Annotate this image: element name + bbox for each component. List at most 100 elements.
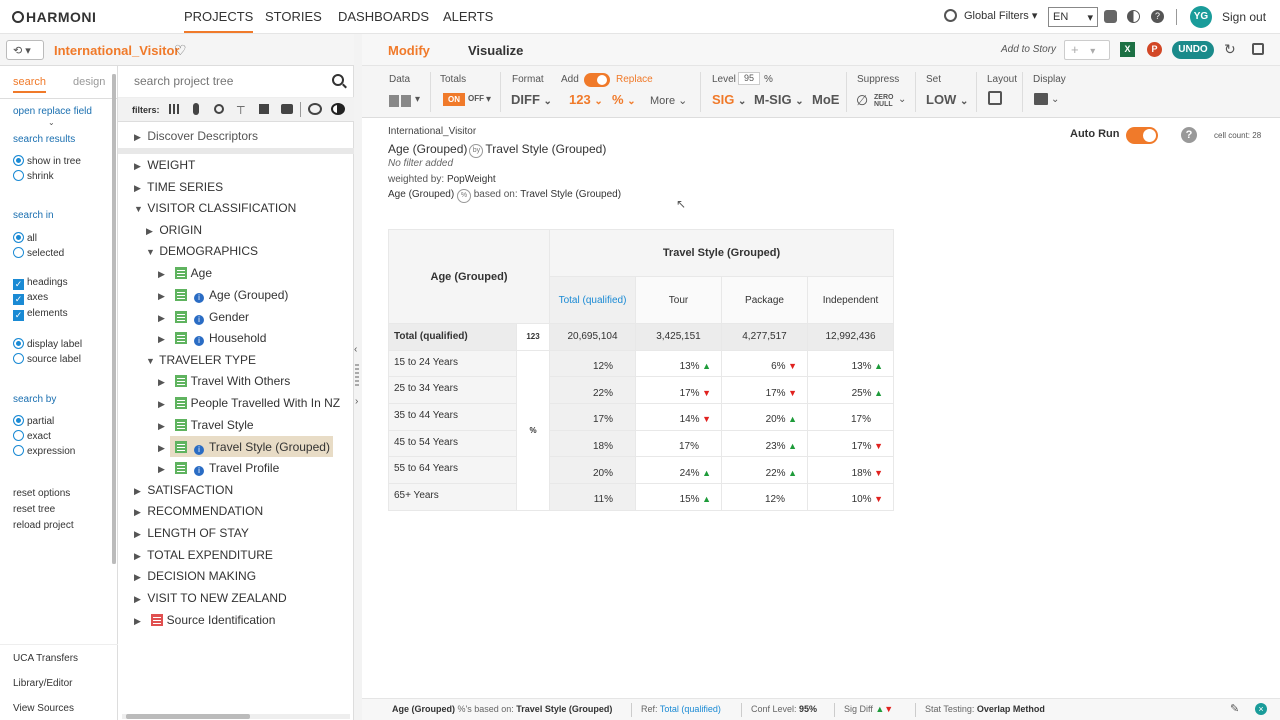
chevron-down-icon[interactable]: ⌄: [48, 118, 55, 127]
powerpoint-export-icon[interactable]: P: [1147, 42, 1162, 57]
info-icon[interactable]: i: [194, 445, 205, 455]
info-icon[interactable]: i: [194, 315, 205, 325]
chevron-down-icon[interactable]: ▾: [415, 94, 420, 105]
totals-on-toggle[interactable]: ON: [443, 93, 465, 106]
help-icon[interactable]: ?: [1181, 127, 1197, 143]
global-filters-button[interactable]: Global Filters ▾: [964, 9, 1037, 22]
radio-exact[interactable]: exact: [13, 430, 51, 442]
reset-tree-link[interactable]: reset tree: [13, 504, 55, 515]
set-select[interactable]: LOW ⌄: [926, 92, 968, 107]
tree-node-total-expenditure[interactable]: ▶ TOTAL EXPENDITURE: [134, 548, 273, 562]
language-select[interactable]: EN ▾: [1048, 7, 1098, 27]
toggle-off-icon[interactable]: [308, 103, 322, 115]
radio-expression[interactable]: expression: [13, 445, 75, 457]
box-filter-icon[interactable]: [259, 104, 269, 114]
level-input[interactable]: 95: [738, 72, 760, 85]
pin-icon[interactable]: ✎: [1230, 702, 1239, 715]
radio-display-label[interactable]: display label: [13, 338, 82, 350]
tree-node-satisfaction[interactable]: ▶ SATISFACTION: [134, 483, 233, 497]
history-button[interactable]: ⟲ ▾: [6, 40, 44, 60]
horizontal-scrollbar-thumb[interactable]: [126, 714, 250, 719]
tree-node-weight[interactable]: ▶ WEIGHT: [134, 158, 195, 172]
reload-project-link[interactable]: reload project: [13, 520, 74, 531]
tree-node-traveler-type[interactable]: ▼ TRAVELER TYPE: [146, 353, 256, 367]
row-label[interactable]: 55 to 64 Years: [388, 456, 517, 485]
add-replace-toggle[interactable]: [584, 73, 610, 87]
tag-filter-icon[interactable]: [281, 104, 293, 114]
refresh-icon[interactable]: ↻: [1224, 41, 1236, 58]
tree-node-length-of-stay[interactable]: ▶ LENGTH OF STAY: [134, 526, 249, 540]
panel-splitter[interactable]: ‹ ›: [354, 34, 362, 720]
radio-all[interactable]: all: [13, 232, 37, 244]
checkbox-elements[interactable]: ✓ elements: [13, 308, 68, 321]
add-count-button[interactable]: 123 ⌄: [569, 92, 603, 107]
tab-design[interactable]: design: [73, 76, 105, 88]
tree-node-recommendation[interactable]: ▶ RECOMMENDATION: [134, 504, 263, 518]
nav-alerts[interactable]: ALERTS: [443, 9, 493, 24]
sig-button[interactable]: SIG ⌄: [712, 92, 746, 107]
chevron-down-icon[interactable]: ▾: [486, 94, 491, 105]
app-logo[interactable]: HARMONI: [12, 9, 96, 25]
toggle-on-icon[interactable]: [331, 103, 345, 115]
column-variable-header[interactable]: Travel Style (Grouped): [549, 229, 894, 277]
tree-node-demographics[interactable]: ▼ DEMOGRAPHICS: [146, 244, 258, 258]
radio-source-label[interactable]: source label: [13, 353, 81, 365]
tree-node-gender[interactable]: ▶ i Gender: [158, 310, 249, 325]
reset-options-link[interactable]: reset options: [13, 488, 70, 499]
fullscreen-icon[interactable]: [1252, 43, 1264, 55]
tree-node-source-identification[interactable]: ▶ Source Identification: [134, 613, 275, 627]
radio-partial[interactable]: partial: [13, 415, 54, 427]
row-label[interactable]: 35 to 44 Years: [388, 403, 517, 431]
msig-button[interactable]: M-SIG ⌄: [754, 92, 804, 107]
tree-node-household[interactable]: ▶ i Household: [158, 331, 266, 346]
tree-node-decision-making[interactable]: ▶ DECISION MAKING: [134, 569, 256, 583]
add-percent-button[interactable]: % ⌄: [612, 92, 636, 107]
tree-node-people-travelled[interactable]: ▶ People Travelled With In NZ: [158, 396, 340, 410]
tree-search-input[interactable]: [134, 74, 324, 88]
suppress-null-icon[interactable]: ∅: [856, 92, 868, 109]
tree-node-travel-style-grouped[interactable]: ▶ i Travel Style (Grouped): [158, 440, 330, 455]
row-variable-header[interactable]: Age (Grouped): [388, 229, 550, 324]
data-layout-icon[interactable]: [389, 95, 411, 107]
row-label[interactable]: 25 to 34 Years: [388, 376, 517, 405]
undo-button[interactable]: UNDO: [1172, 41, 1214, 59]
row-label[interactable]: 45 to 54 Years: [388, 429, 517, 458]
moe-button[interactable]: MoE: [812, 92, 839, 107]
tree-node-origin[interactable]: ▶ ORIGIN: [146, 223, 202, 237]
tab-visualize[interactable]: Visualize: [468, 43, 523, 58]
column-header-total[interactable]: Total (qualified): [549, 276, 636, 324]
chevron-down-icon[interactable]: ⌄: [898, 94, 906, 105]
tree-splitter[interactable]: [118, 148, 354, 154]
row-label-total[interactable]: Total (qualified): [388, 323, 517, 351]
auto-run-toggle[interactable]: [1126, 127, 1158, 144]
tree-node-time-series[interactable]: ▶ TIME SERIES: [134, 180, 223, 194]
favorite-heart-icon[interactable]: ♡: [174, 42, 187, 59]
radio-shrink[interactable]: shrink: [13, 170, 54, 182]
tab-modify[interactable]: Modify: [388, 43, 430, 58]
more-button[interactable]: More ⌄: [650, 94, 687, 107]
info-icon[interactable]: i: [194, 293, 205, 303]
avatar[interactable]: YG: [1190, 6, 1212, 28]
chevron-right-icon[interactable]: ›: [355, 396, 358, 407]
help-icon[interactable]: ?: [1151, 10, 1164, 23]
tree-node-discover[interactable]: ▶ Discover Descriptors: [134, 129, 258, 143]
column-header-tour[interactable]: Tour: [635, 276, 722, 324]
format-select[interactable]: DIFF ⌄: [511, 92, 552, 107]
info-icon[interactable]: i: [194, 336, 205, 346]
column-header-package[interactable]: Package: [721, 276, 808, 324]
nav-stories[interactable]: STORIES: [265, 9, 322, 24]
project-name[interactable]: International_Visitor: [54, 43, 179, 58]
scrollbar-thumb[interactable]: [112, 74, 116, 564]
library-editor-link[interactable]: Library/Editor: [13, 678, 72, 689]
globe-icon[interactable]: [944, 9, 957, 22]
view-sources-link[interactable]: View Sources: [13, 703, 74, 714]
excel-export-icon[interactable]: X: [1120, 42, 1135, 57]
tree-node-travel-with-others[interactable]: ▶ Travel With Others: [158, 374, 290, 388]
add-to-story-button[interactable]: + ▾: [1064, 40, 1110, 60]
numeric-filter-icon[interactable]: [193, 103, 199, 115]
close-status-icon[interactable]: ×: [1255, 703, 1267, 715]
nav-dashboards[interactable]: DASHBOARDS: [338, 9, 429, 24]
row-label[interactable]: 15 to 24 Years: [388, 349, 517, 378]
signout-link[interactable]: Sign out: [1222, 10, 1266, 24]
info-icon[interactable]: i: [194, 466, 205, 476]
